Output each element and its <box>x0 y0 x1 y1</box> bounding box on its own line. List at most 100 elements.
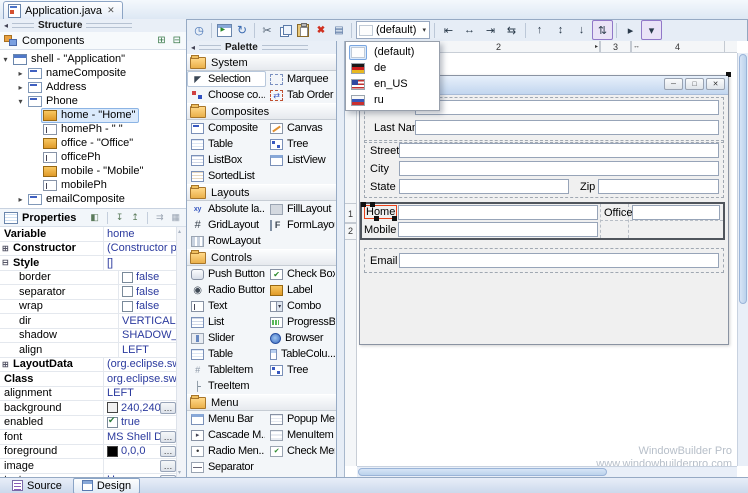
property-value[interactable]: … <box>104 459 177 473</box>
palette-item-check-men[interactable]: Check Men... <box>266 443 336 459</box>
column-header-3[interactable]: 3 <box>599 41 632 52</box>
property-row-font[interactable]: fontMS Shell Dlg 9… <box>0 430 177 445</box>
designed-shell-window[interactable]: ─ □ ✕ Last Name Street City <box>359 75 729 345</box>
copy-button[interactable] <box>276 21 294 39</box>
email-label[interactable]: Email <box>370 255 398 267</box>
tree-item-selection-box[interactable]: office - "Office" <box>41 136 137 151</box>
checkbox-checked-icon[interactable] <box>107 417 118 428</box>
city-label[interactable]: City <box>370 163 389 175</box>
fill-vertical-button[interactable]: ⇅ <box>592 20 613 40</box>
vertical-scrollbar[interactable] <box>737 53 748 466</box>
property-row-constructor[interactable]: ⊞Constructor(Constructor proper... <box>0 242 177 257</box>
center-horizontal-button[interactable]: ↔ <box>459 20 480 40</box>
palette-item-tableitem[interactable]: TableItem <box>187 362 266 378</box>
palette-item-browser[interactable]: Browser <box>266 330 336 346</box>
palette-item-push-button[interactable]: Push Button <box>187 266 266 282</box>
ellipsis-button[interactable]: … <box>160 431 176 443</box>
phone-composite[interactable]: Home Office Mobile <box>360 202 725 240</box>
property-value[interactable]: MS Shell Dlg 9… <box>104 430 177 444</box>
palette-item-listbox[interactable]: ListBox <box>187 152 266 168</box>
palette-item-tab-order[interactable]: Tab Order <box>266 87 336 103</box>
palette-category-composites[interactable]: Composites <box>187 103 336 120</box>
palette-item-sortedlist[interactable]: SortedList <box>187 168 266 184</box>
grab-vertical-button[interactable]: ▾ <box>641 20 662 40</box>
palette-item-check-box[interactable]: Check Box <box>266 266 336 282</box>
design-canvas[interactable]: ─ □ ✕ Last Name Street City <box>357 53 737 466</box>
palette-item-label[interactable]: Label <box>266 282 336 298</box>
property-row-alignment[interactable]: alignmentLEFT <box>0 387 177 402</box>
palette-item-selection[interactable]: Selection <box>187 71 266 87</box>
office-phone-input[interactable] <box>632 205 720 220</box>
street-input[interactable] <box>399 143 719 158</box>
goto-definition-icon[interactable]: ↧ <box>114 212 126 223</box>
scroll-up-icon[interactable]: ▴ <box>178 228 181 235</box>
locale-item-en-us[interactable]: en_US <box>346 76 439 92</box>
cut-button[interactable]: ✂ <box>258 21 276 39</box>
property-row-background[interactable]: background240,240,240… <box>0 401 177 416</box>
scroll-down-icon[interactable]: ▾ <box>178 469 181 476</box>
property-row-dir[interactable]: dirVERTICAL <box>0 314 177 329</box>
maximize-button[interactable]: □ <box>685 78 704 90</box>
tree-item-mobile-mobile[interactable]: mobile - "Mobile" <box>0 164 186 178</box>
expand-all-icon[interactable]: ⊞ <box>156 36 166 46</box>
tab-design[interactable]: Design <box>73 478 140 493</box>
property-value[interactable]: [] <box>104 256 177 270</box>
tree-item-mobileph[interactable]: mobilePh <box>0 178 186 192</box>
externalize-strings-button[interactable]: ▤ <box>330 21 348 39</box>
property-row-enabled[interactable]: enabledtrue <box>0 416 177 431</box>
row-header-1[interactable]: 1 <box>345 203 356 224</box>
palette-item-table[interactable]: Table <box>187 346 266 362</box>
tree-item-phone[interactable]: ▾Phone <box>0 94 186 108</box>
categories-icon[interactable]: ▦ <box>169 212 182 223</box>
property-value[interactable]: false <box>119 271 177 285</box>
property-value[interactable]: false <box>119 300 177 314</box>
tree-expander-icon[interactable]: ▸ <box>15 83 26 92</box>
property-value[interactable]: (Constructor proper... <box>104 242 177 256</box>
row-header-2[interactable]: 2 <box>345 222 356 240</box>
vertical-scrollbar-thumb[interactable] <box>739 54 747 304</box>
property-value[interactable]: LEFT <box>119 343 177 357</box>
property-expand-icon[interactable]: ⊞ <box>2 360 11 369</box>
tree-item-selection-box[interactable]: shell - "Application" <box>11 52 129 67</box>
palette-item-slider[interactable]: Slider <box>187 330 266 346</box>
home-phone-input[interactable] <box>398 205 598 220</box>
palette-item-progressbar[interactable]: ProgressBar <box>266 314 336 330</box>
palette-item-composite[interactable]: Composite <box>187 120 266 136</box>
property-row-class[interactable]: Classorg.eclipse.swt.widg... <box>0 372 177 387</box>
property-value[interactable]: 0,0,0… <box>104 445 177 459</box>
show-advanced-properties-icon[interactable]: ◧ <box>88 212 101 223</box>
tree-expander-icon[interactable]: ▸ <box>15 195 26 204</box>
state-input[interactable] <box>399 179 569 194</box>
property-value[interactable]: home <box>104 227 177 241</box>
tree-item-namecomposite[interactable]: ▸nameComposite <box>0 66 186 80</box>
properties-scrollbar[interactable]: ▴ ▾ <box>176 227 186 477</box>
align-top-button[interactable]: ↑ <box>529 20 550 40</box>
palette-category-system[interactable]: System <box>187 54 336 71</box>
ellipsis-button[interactable]: … <box>160 446 176 458</box>
property-row-style[interactable]: ⊟Style[] <box>0 256 177 271</box>
palette-item-cascade-m[interactable]: Cascade M... <box>187 427 266 443</box>
property-value[interactable]: SHADOW_OUT <box>119 329 177 343</box>
minimize-button[interactable]: ─ <box>664 78 683 90</box>
palette-item-canvas[interactable]: Canvas <box>266 120 336 136</box>
tree-item-home-home[interactable]: home - "Home" <box>0 108 186 122</box>
email-composite[interactable]: Email <box>364 248 724 273</box>
refresh-button[interactable]: ↻ <box>233 21 251 39</box>
tree-item-emailcomposite[interactable]: ▸emailComposite <box>0 192 186 206</box>
align-left-button[interactable]: ⇤ <box>438 20 459 40</box>
palette-item-popup-menu[interactable]: Popup Menu <box>266 411 336 427</box>
palette-item-tree[interactable]: Tree <box>266 362 336 378</box>
zip-input[interactable] <box>598 179 719 194</box>
property-collapse-icon[interactable]: ⊟ <box>2 258 11 267</box>
editor-tab[interactable]: Application.java ✕ <box>3 1 123 19</box>
address-composite[interactable]: Street City State Zip <box>364 140 724 198</box>
property-value[interactable]: false <box>119 285 177 299</box>
palette-item-combo[interactable]: Combo <box>266 298 336 314</box>
tab-source[interactable]: Source <box>3 478 71 493</box>
last-name-input[interactable] <box>415 120 719 135</box>
property-row-layoutdata[interactable]: ⊞LayoutData(org.eclipse.swt.layo... <box>0 358 177 373</box>
tree-item-address[interactable]: ▸Address <box>0 80 186 94</box>
palette-item-absolute-la[interactable]: Absolute la... <box>187 201 266 217</box>
property-row-variable[interactable]: Variablehome <box>0 227 177 242</box>
tree-expander-icon[interactable]: ▸ <box>15 69 26 78</box>
